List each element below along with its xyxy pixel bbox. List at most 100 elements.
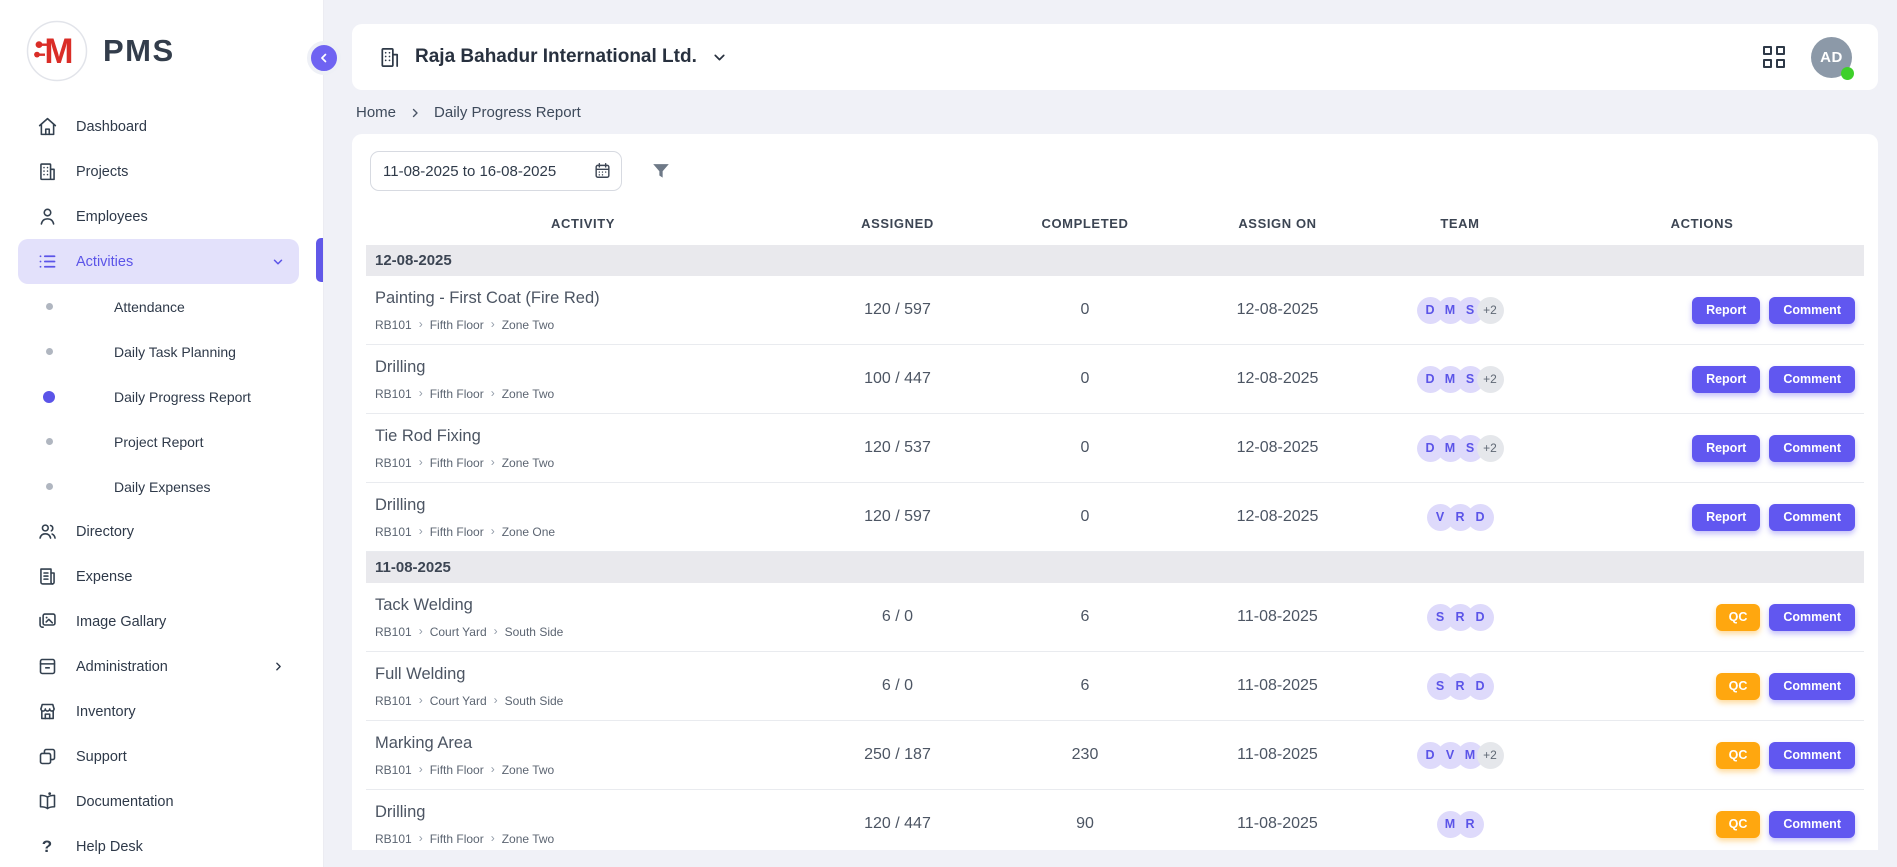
sidebar-item-employees[interactable]: Employees: [18, 194, 299, 239]
chevron-right-icon: ›: [419, 318, 423, 330]
comment-button[interactable]: Comment: [1769, 297, 1855, 324]
team-avatars: V R D: [1380, 504, 1540, 531]
app-logo: M PMS: [0, 0, 323, 102]
comment-button[interactable]: Comment: [1769, 366, 1855, 393]
qc-button[interactable]: QC: [1716, 811, 1761, 838]
sidebar-item-administration[interactable]: Administration: [18, 644, 299, 689]
apps-grid-button[interactable]: [1763, 46, 1785, 68]
qc-button[interactable]: QC: [1716, 604, 1761, 631]
report-button[interactable]: Report: [1692, 504, 1760, 531]
sidebar-item-projects[interactable]: Projects: [18, 149, 299, 194]
path-crumb: Fifth Floor: [430, 318, 484, 332]
svg-text:M: M: [44, 32, 73, 71]
sidebar-item-support[interactable]: Support: [18, 734, 299, 779]
sidebar-item-label: Attendance: [114, 299, 185, 315]
sidebar-item-project-report[interactable]: Project Report: [0, 419, 323, 464]
report-button[interactable]: Report: [1692, 297, 1760, 324]
comment-button[interactable]: Comment: [1769, 504, 1855, 531]
calendar-icon[interactable]: [593, 161, 612, 180]
assign-on-value: 11-08-2025: [1175, 746, 1380, 764]
team-avatars: S R D: [1380, 604, 1540, 631]
team-avatar[interactable]: R: [1457, 811, 1484, 838]
qc-button[interactable]: QC: [1716, 742, 1761, 769]
report-card: ACTIVITY ASSIGNED COMPLETED ASSIGN ON TE…: [352, 134, 1878, 850]
bullet-icon: [46, 438, 53, 445]
path-crumb: Zone Two: [502, 318, 554, 332]
report-button[interactable]: Report: [1692, 366, 1760, 393]
report-button[interactable]: Report: [1692, 435, 1760, 462]
path-crumb: Fifth Floor: [430, 456, 484, 470]
building-icon: [378, 46, 401, 69]
sidebar-item-daily-task-planning[interactable]: Daily Task Planning: [0, 329, 323, 374]
company-name: Raja Bahadur International Ltd.: [415, 46, 697, 68]
chevron-right-icon: ›: [494, 625, 498, 637]
filter-button[interactable]: [650, 160, 672, 182]
sidebar-item-activities[interactable]: Activities: [18, 239, 299, 284]
comment-button[interactable]: Comment: [1769, 742, 1855, 769]
column-header-assign-on: ASSIGN ON: [1175, 216, 1380, 231]
sidebar-item-label: Administration: [76, 659, 168, 675]
sidebar: M PMS Dashboard Projects Em: [0, 0, 324, 867]
sidebar-item-image-gallary[interactable]: Image Gallary: [18, 599, 299, 644]
assigned-value: 100 / 447: [800, 370, 995, 388]
activity-title: Drilling: [375, 496, 800, 515]
table-row: Tie Rod Fixing RB101› Fifth Floor› Zone …: [366, 414, 1864, 483]
company-selector[interactable]: Raja Bahadur International Ltd.: [378, 46, 728, 69]
sidebar-item-directory[interactable]: Directory: [18, 509, 299, 554]
sidebar-item-daily-progress-report[interactable]: Daily Progress Report: [0, 374, 323, 419]
header-actions: AD: [1763, 37, 1852, 78]
breadcrumb: Home Daily Progress Report: [356, 104, 1878, 121]
team-avatars: D M S +2: [1380, 435, 1540, 462]
activity-path: RB101› Fifth Floor› Zone Two: [375, 832, 800, 846]
date-group-row: 12-08-2025: [366, 245, 1864, 276]
assign-on-value: 11-08-2025: [1175, 815, 1380, 833]
activity-path: RB101› Fifth Floor› Zone Two: [375, 318, 800, 332]
sidebar-item-label: Daily Task Planning: [114, 344, 236, 360]
chevron-right-icon: ›: [419, 387, 423, 399]
path-crumb: RB101: [375, 832, 412, 846]
date-range-field: [370, 151, 622, 191]
chevron-right-icon: ›: [419, 763, 423, 775]
sidebar-item-label: Projects: [76, 164, 128, 180]
chevron-right-icon: ›: [419, 832, 423, 844]
comment-button[interactable]: Comment: [1769, 604, 1855, 631]
sidebar-item-daily-expenses[interactable]: Daily Expenses: [0, 464, 323, 509]
team-avatar[interactable]: D: [1467, 604, 1494, 631]
table-row: Drilling RB101› Fifth Floor› Zone One 12…: [366, 483, 1864, 552]
activity-title: Painting - First Coat (Fire Red): [375, 289, 800, 308]
sidebar-collapse-button[interactable]: [307, 41, 341, 75]
sidebar-item-documentation[interactable]: Documentation: [18, 779, 299, 824]
activity-title: Drilling: [375, 358, 800, 377]
sidebar-item-dashboard[interactable]: Dashboard: [18, 104, 299, 149]
team-more-badge[interactable]: +2: [1477, 297, 1504, 324]
team-avatar[interactable]: D: [1467, 504, 1494, 531]
date-range-input[interactable]: [370, 151, 622, 191]
team-more-badge[interactable]: +2: [1477, 366, 1504, 393]
team-avatars: S R D: [1380, 673, 1540, 700]
sidebar-item-expense[interactable]: Expense: [18, 554, 299, 599]
assigned-value: 6 / 0: [800, 608, 995, 626]
sidebar-item-attendance[interactable]: Attendance: [0, 284, 323, 329]
path-crumb: Zone One: [502, 525, 555, 539]
sidebar-item-help-desk[interactable]: ? Help Desk: [18, 824, 299, 867]
team-more-badge[interactable]: +2: [1477, 435, 1504, 462]
team-more-badge[interactable]: +2: [1477, 742, 1504, 769]
list-icon: [36, 251, 58, 273]
sidebar-item-label: Inventory: [76, 704, 136, 720]
comment-button[interactable]: Comment: [1769, 435, 1855, 462]
comment-button[interactable]: Comment: [1769, 811, 1855, 838]
activity-path: RB101› Fifth Floor› Zone Two: [375, 387, 800, 401]
sidebar-item-label: Expense: [76, 569, 132, 585]
breadcrumb-home[interactable]: Home: [356, 104, 396, 121]
filter-bar: [370, 151, 1864, 191]
completed-value: 6: [995, 677, 1175, 695]
sidebar-item-inventory[interactable]: Inventory: [18, 689, 299, 734]
comment-button[interactable]: Comment: [1769, 673, 1855, 700]
team-avatar[interactable]: D: [1467, 673, 1494, 700]
chevron-right-icon: ›: [419, 525, 423, 537]
table-row: Painting - First Coat (Fire Red) RB101› …: [366, 276, 1864, 345]
active-item-accent: [316, 238, 323, 282]
qc-button[interactable]: QC: [1716, 673, 1761, 700]
sidebar-item-label: Project Report: [114, 434, 203, 450]
user-avatar[interactable]: AD: [1811, 37, 1852, 78]
